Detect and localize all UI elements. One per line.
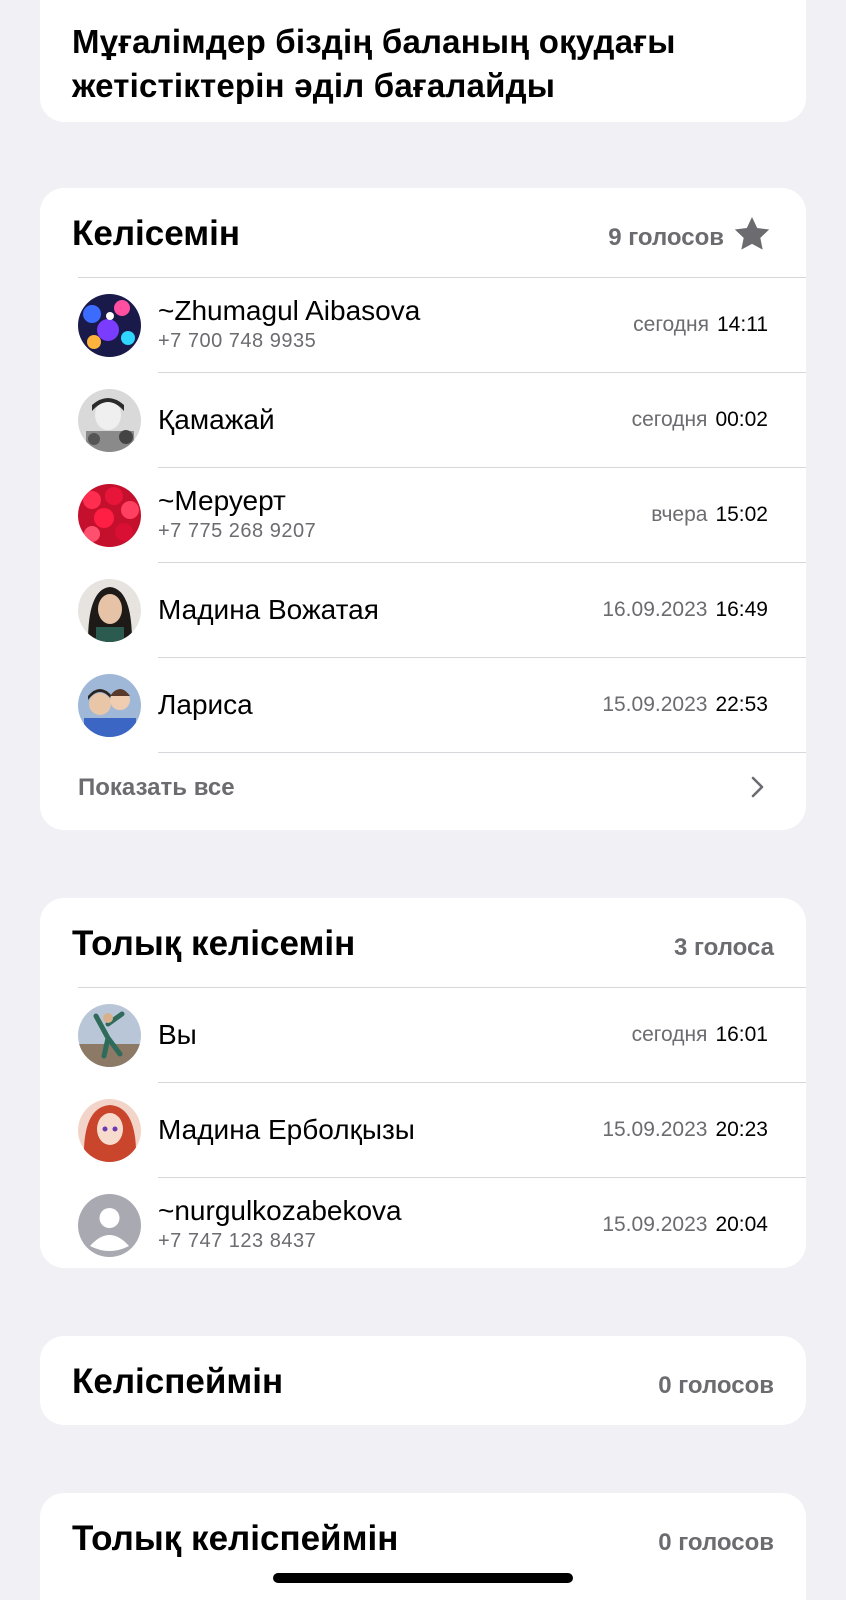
voter-row[interactable]: Вы сегодня 16:01 — [40, 988, 806, 1083]
vote-time: сегодня 14:11 — [633, 313, 768, 337]
chevron-right-icon — [751, 776, 764, 798]
voter-name: ~nurgulkozabekova — [158, 1195, 402, 1226]
vote-date: сегодня — [631, 1023, 708, 1046]
vote-clock: 00:02 — [715, 408, 768, 431]
poll-question: Мұғалімдер біздің баланың оқудағы жетіст… — [72, 23, 676, 104]
avatar-colorful-abstract — [78, 294, 141, 357]
vote-time: 15.09.2023 20:04 — [602, 1213, 768, 1237]
vote-clock: 20:04 — [715, 1213, 768, 1236]
vote-count: 3 голоса — [673, 934, 774, 961]
vote-time: 16.09.2023 16:49 — [602, 598, 768, 622]
option-card-agree: Келісемін 9 голосов ~Zhumagul Aibasova +… — [40, 188, 806, 830]
voter-name: Мадина Вожатая — [158, 594, 379, 625]
option-title: Толық келіспеймін — [72, 1519, 399, 1558]
vote-date: сегодня — [633, 313, 709, 336]
vote-time: сегодня 00:02 — [632, 408, 768, 432]
voter-row[interactable]: Мадина Ерболқызы 15.09.2023 20:23 — [40, 1083, 806, 1178]
option-title: Келісемін — [72, 214, 241, 253]
voter-phone: +7 700 748 9935 — [158, 330, 317, 352]
star-icon — [734, 217, 770, 250]
vote-clock: 22:53 — [715, 693, 768, 716]
option-header: Келісемін 9 голосов — [40, 188, 806, 278]
voter-phone: +7 775 268 9207 — [158, 520, 317, 542]
option-title: Келіспеймін — [72, 1362, 284, 1401]
voter-name: ~Zhumagul Aibasova — [158, 295, 421, 326]
voter-row[interactable]: ~nurgulkozabekova +7 747 123 8437 15.09.… — [40, 1178, 806, 1268]
vote-date: сегодня — [631, 408, 708, 431]
voter-row[interactable]: Қамажай сегодня 00:02 — [40, 373, 806, 468]
voter-row[interactable]: ~Zhumagul Aibasova +7 700 748 9935 сегод… — [40, 278, 806, 373]
vote-date: 16.09.2023 — [602, 598, 708, 621]
voter-row[interactable]: ~Меруерт +7 775 268 9207 вчера 15:02 — [40, 468, 806, 563]
vote-time: 15.09.2023 20:23 — [602, 1118, 768, 1142]
voter-row[interactable]: Мадина Вожатая 16.09.2023 16:49 — [40, 563, 806, 658]
show-all-button[interactable]: Показать все — [40, 744, 806, 830]
avatar-woman-portrait — [78, 579, 141, 642]
voter-name: Қамажай — [158, 404, 275, 435]
avatar-placeholder — [78, 1194, 141, 1257]
voter-name: Мадина Ерболқызы — [158, 1114, 415, 1145]
vote-time: сегодня 16:01 — [632, 1023, 768, 1047]
voter-name: Лариса — [158, 689, 253, 720]
voter-row[interactable]: Лариса 15.09.2023 22:53 — [40, 658, 806, 753]
voter-name: ~Меруерт — [158, 485, 286, 516]
vote-date: 15.09.2023 — [602, 1118, 708, 1141]
avatar-children — [78, 674, 141, 737]
vote-count: 9 голосов — [608, 224, 724, 251]
vote-clock: 15:02 — [715, 503, 768, 526]
voter-phone: +7 747 123 8437 — [158, 1230, 317, 1252]
option-card-fully-agree: Толық келісемін 3 голоса Вы сегодня 16:01 — [40, 898, 806, 1268]
vote-date: 15.09.2023 — [602, 1213, 708, 1236]
vote-count: 0 голосов — [658, 1372, 774, 1399]
option-card-disagree: Келіспеймін 0 голосов — [40, 1336, 806, 1425]
show-all-label: Показать все — [78, 774, 235, 801]
vote-date: 15.09.2023 — [602, 693, 708, 716]
vote-clock: 20:23 — [715, 1118, 768, 1141]
voter-name: Вы — [158, 1019, 197, 1050]
vote-count: 0 голосов — [658, 1529, 774, 1556]
option-card-fully-disagree: Толық келіспеймін 0 голосов — [40, 1493, 806, 1600]
poll-results-page: Мұғалімдер біздің баланың оқудағы жетіст… — [0, 0, 846, 1600]
avatar-roses — [78, 484, 141, 547]
vote-time: вчера 15:02 — [651, 503, 768, 527]
vote-time: 15.09.2023 22:53 — [602, 693, 768, 717]
vote-clock: 16:01 — [715, 1023, 768, 1046]
vote-clock: 14:11 — [717, 313, 768, 336]
vote-date: вчера — [651, 503, 708, 526]
option-title: Толық келісемін — [72, 924, 356, 963]
option-header: Толық келісемін 3 голоса — [40, 898, 806, 988]
option-header: Толық келіспеймін 0 голосов — [40, 1493, 806, 1583]
avatar-anime-girl — [78, 1099, 141, 1162]
vote-clock: 16:49 — [715, 598, 768, 621]
avatar-sport — [78, 1004, 141, 1067]
option-header: Келіспеймін 0 голосов — [40, 1336, 806, 1425]
home-indicator[interactable] — [273, 1573, 573, 1583]
poll-question-card: Мұғалімдер біздің баланың оқудағы жетіст… — [40, 0, 806, 122]
avatar-bw-photo — [78, 389, 141, 452]
